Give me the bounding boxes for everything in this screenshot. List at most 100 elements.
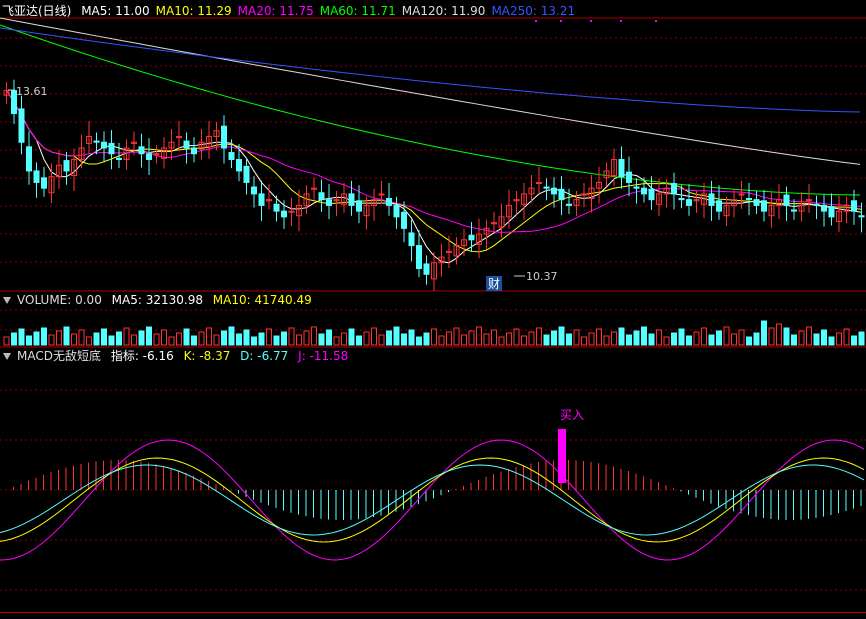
ma-legend-item: MA20: 11.75 bbox=[237, 4, 314, 18]
volume-bar bbox=[686, 335, 692, 346]
candle-body bbox=[401, 211, 407, 229]
volume-bar bbox=[183, 328, 190, 346]
volume-bar bbox=[326, 329, 332, 346]
candle-body bbox=[258, 193, 265, 206]
volume-bar bbox=[618, 327, 625, 346]
earnings-marker: 财 bbox=[488, 277, 500, 291]
volume-bar bbox=[558, 326, 565, 346]
volume-bar bbox=[648, 333, 655, 346]
candle-body bbox=[746, 198, 752, 201]
candle-body bbox=[408, 232, 415, 247]
signal-dot bbox=[560, 20, 562, 22]
volume-bar bbox=[176, 332, 182, 346]
volume-bar bbox=[318, 333, 325, 346]
candle-body bbox=[851, 200, 857, 212]
volume-bar bbox=[836, 332, 842, 346]
volume-bar bbox=[453, 327, 460, 346]
macd-legend: MACD无敌短底 指标: -6.16 K: -8.37 D: -6.77 J: … bbox=[0, 347, 354, 365]
volume-bar bbox=[393, 326, 400, 346]
volume-bar bbox=[78, 329, 85, 346]
candle-body bbox=[281, 210, 287, 218]
stock-chart-canvas[interactable]: 13.61 10.37 财 买入 bbox=[0, 0, 866, 618]
volume-bar bbox=[731, 333, 737, 346]
collapse-icon[interactable] bbox=[3, 353, 11, 360]
volume-bar bbox=[251, 336, 257, 346]
volume-bar bbox=[153, 333, 160, 346]
stock-name: 飞亚达(日线) bbox=[2, 4, 72, 18]
volume-bar bbox=[506, 332, 512, 346]
volume-bar bbox=[851, 335, 857, 346]
volume-bar bbox=[641, 326, 647, 346]
volume-bar bbox=[858, 331, 865, 346]
candle-body bbox=[558, 188, 565, 201]
moving-average-lines bbox=[0, 17, 862, 264]
volume-bar bbox=[348, 328, 355, 346]
volume-bar bbox=[333, 336, 340, 346]
candle-body bbox=[618, 158, 625, 178]
volume-bar bbox=[573, 329, 580, 346]
ma-legend-items: MA5: 11.00 MA10: 11.29 MA20: 11.75 MA60: 11… bbox=[81, 4, 581, 18]
volume-bar bbox=[843, 328, 850, 346]
volume-bar bbox=[363, 331, 370, 346]
candle-body bbox=[416, 245, 422, 270]
volume-bar bbox=[491, 329, 497, 346]
candle-body bbox=[633, 186, 640, 189]
volume-bar bbox=[221, 330, 227, 346]
volume-bar bbox=[498, 336, 505, 346]
candle-body bbox=[813, 203, 820, 206]
volume-bar bbox=[813, 333, 820, 346]
collapse-icon[interactable] bbox=[3, 297, 11, 304]
candlesticks[interactable] bbox=[3, 79, 865, 291]
candle-body bbox=[26, 146, 32, 172]
ma250-line bbox=[0, 27, 861, 113]
volume-bar bbox=[423, 332, 430, 346]
annotations: 13.61 10.37 财 买入 bbox=[8, 85, 584, 483]
candle-body bbox=[243, 165, 250, 183]
signal-dot bbox=[535, 20, 537, 22]
volume-bar bbox=[633, 330, 640, 346]
candle-body bbox=[236, 158, 242, 172]
volume-bar bbox=[746, 336, 752, 346]
volume-bar bbox=[521, 335, 527, 346]
candle-body bbox=[686, 199, 692, 206]
candle-body bbox=[228, 152, 235, 160]
ma120-line bbox=[0, 17, 861, 165]
candle-body bbox=[251, 186, 257, 195]
candle-body bbox=[116, 157, 122, 160]
volume-ma10: MA10: 41740.49 bbox=[212, 293, 312, 307]
volume-bar bbox=[266, 328, 272, 346]
volume-bar bbox=[356, 335, 362, 346]
volume-bar bbox=[761, 320, 767, 346]
ma-legend-item: MA250: 13.21 bbox=[491, 4, 576, 18]
volume-bar bbox=[693, 331, 700, 346]
volume-bar bbox=[446, 331, 452, 346]
volume-bar bbox=[41, 327, 47, 346]
candle-body bbox=[33, 170, 40, 183]
volume-bar bbox=[273, 335, 280, 346]
volume-legend: VOLUME: 0.00 MA5: 32130.98 MA10: 41740.4… bbox=[0, 291, 318, 309]
volume-bar bbox=[821, 329, 827, 346]
signal-dot bbox=[590, 20, 592, 22]
candle-body bbox=[566, 203, 572, 206]
candle-body bbox=[356, 200, 362, 212]
volume-bar bbox=[236, 333, 242, 346]
ma10-line bbox=[6, 90, 862, 253]
volume-bar bbox=[768, 327, 775, 346]
volume-bar bbox=[588, 332, 595, 346]
macd-j-line bbox=[0, 439, 865, 561]
volume-bar bbox=[791, 334, 797, 346]
volume-bar bbox=[93, 332, 100, 346]
volume-bar bbox=[341, 332, 347, 346]
volume-bar bbox=[123, 327, 130, 346]
main-legend: 飞亚达(日线) MA5: 11.00 MA10: 11.29 MA20: 11.75… bbox=[0, 2, 587, 20]
volume-bar bbox=[783, 327, 790, 346]
volume-bar bbox=[536, 327, 542, 346]
volume-bar bbox=[626, 334, 632, 346]
candle-body bbox=[468, 234, 475, 241]
candle-body bbox=[221, 125, 227, 149]
candle-body bbox=[821, 204, 827, 212]
ma20-line bbox=[6, 90, 862, 233]
macd-lines bbox=[0, 439, 865, 561]
volume-bar bbox=[296, 334, 302, 346]
volume-bar bbox=[63, 326, 70, 346]
